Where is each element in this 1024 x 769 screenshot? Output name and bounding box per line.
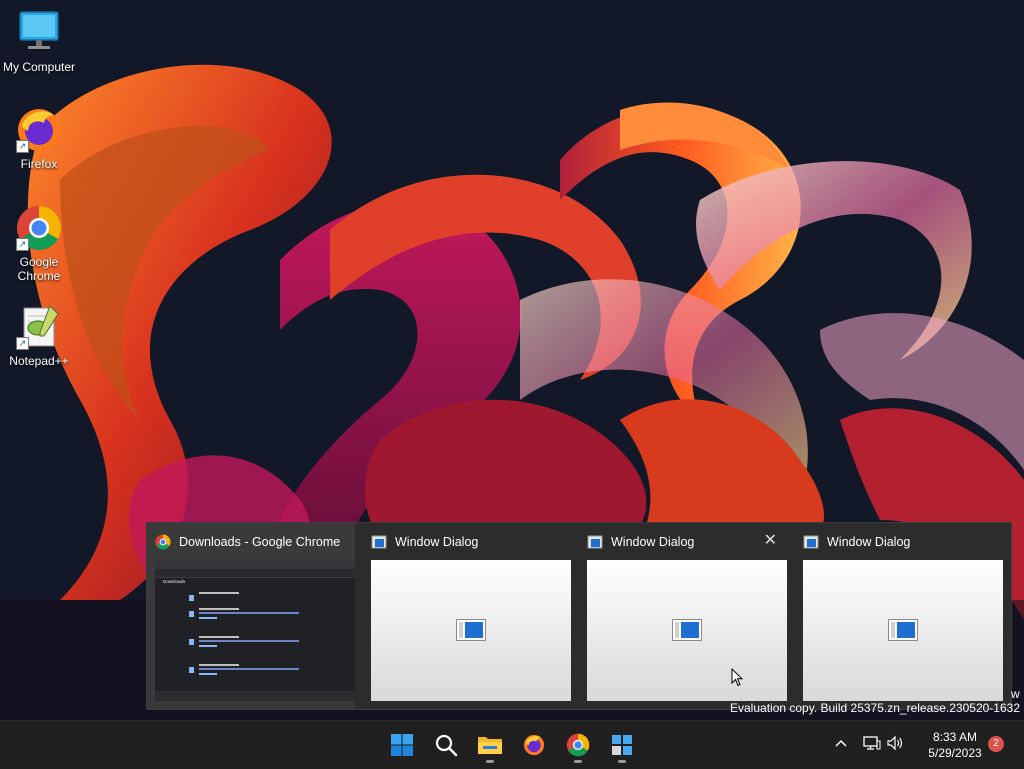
- search-button[interactable]: [426, 725, 466, 765]
- clock-date: 5/29/2023: [928, 746, 982, 760]
- window-preview-dialog: [803, 560, 1003, 701]
- network-icon[interactable]: [863, 735, 881, 753]
- window-preview-dialog: [587, 560, 787, 701]
- window-dialog-icon: [672, 619, 702, 641]
- window-dialog-icon: [456, 619, 486, 641]
- desktop-icon-firefox[interactable]: ↗ Firefox: [0, 105, 78, 171]
- window-dialog-icon: [587, 535, 603, 549]
- window-title: Window Dialog: [611, 535, 695, 549]
- taskbar: 8:33 AM 5/29/2023 2: [0, 720, 1024, 769]
- desktop-icon-label: Google Chrome: [17, 255, 61, 283]
- task-switcher-window-dialog-1[interactable]: Window Dialog: [363, 523, 571, 709]
- window-dialog-taskbar-button[interactable]: [602, 725, 642, 765]
- volume-icon[interactable]: [886, 735, 904, 753]
- window-title: Window Dialog: [827, 535, 911, 549]
- desktop-icon-label: Notepad++: [9, 354, 69, 368]
- preview-download-row: [189, 634, 315, 650]
- firefox-icon: ↗: [14, 105, 64, 155]
- shortcut-arrow-icon: ↗: [16, 140, 29, 153]
- shortcut-arrow-icon: ↗: [16, 337, 29, 350]
- task-switcher-window-dialog-3[interactable]: Window Dialog: [795, 523, 1003, 709]
- window-dialog-icon: [888, 619, 918, 641]
- desktop-icon-label: My Computer: [2, 60, 76, 74]
- start-icon: [391, 734, 413, 756]
- desktop-icon-my-computer[interactable]: My Computer: [0, 8, 78, 74]
- notification-badge[interactable]: 2: [988, 736, 1004, 752]
- window-title: Downloads - Google Chrome: [179, 535, 341, 549]
- shortcut-arrow-icon: ↗: [16, 238, 29, 251]
- preview-download-row: [189, 662, 315, 678]
- task-switcher-window-dialog-2[interactable]: Window Dialog ✕: [579, 523, 787, 709]
- taskbar-clock[interactable]: 8:33 AM 5/29/2023: [912, 729, 998, 761]
- chrome-icon: ↗: [14, 203, 64, 253]
- window-dialog-icon: [612, 735, 632, 755]
- desktop-icon-notepadpp[interactable]: ↗ Notepad++: [0, 302, 78, 368]
- window-dialog-icon: [803, 535, 819, 549]
- desktop-icon-google-chrome[interactable]: ↗ Google Chrome: [0, 203, 78, 283]
- search-icon: [435, 734, 458, 757]
- firefox-taskbar-button[interactable]: [514, 725, 554, 765]
- chrome-icon: [155, 534, 171, 550]
- preview-download-row: [189, 606, 315, 622]
- preview-page-title: Downloads: [163, 579, 186, 584]
- task-switcher: Downloads - Google Chrome Downloads Wind…: [146, 522, 1012, 710]
- running-indicator: [574, 760, 582, 763]
- preview-download-row: [189, 590, 315, 606]
- close-icon[interactable]: ✕: [764, 532, 777, 550]
- window-preview-chrome: Downloads: [155, 560, 355, 701]
- file-explorer-button[interactable]: [470, 725, 510, 765]
- chrome-icon: [566, 733, 590, 757]
- desktop-icon-label: Firefox: [20, 157, 58, 171]
- window-dialog-icon: [371, 535, 387, 549]
- chrome-taskbar-button[interactable]: [558, 725, 598, 765]
- clock-time: 8:33 AM: [932, 730, 978, 744]
- running-indicator: [618, 760, 626, 763]
- notepadpp-icon: ↗: [14, 302, 64, 352]
- file-explorer-icon: [478, 737, 502, 754]
- firefox-icon: [523, 734, 545, 756]
- window-preview-dialog: [371, 560, 571, 701]
- start-button[interactable]: [382, 725, 422, 765]
- watermark-line-partial: w: [1011, 687, 1020, 701]
- task-switcher-window-chrome[interactable]: Downloads - Google Chrome Downloads: [147, 523, 355, 709]
- show-hidden-icons-chevron-icon[interactable]: [832, 735, 850, 753]
- computer-icon: [14, 8, 64, 58]
- mouse-cursor-icon: [731, 668, 743, 687]
- watermark-build: Evaluation copy. Build 25375.zn_release.…: [730, 701, 1020, 715]
- window-title: Window Dialog: [395, 535, 479, 549]
- running-indicator: [486, 760, 494, 763]
